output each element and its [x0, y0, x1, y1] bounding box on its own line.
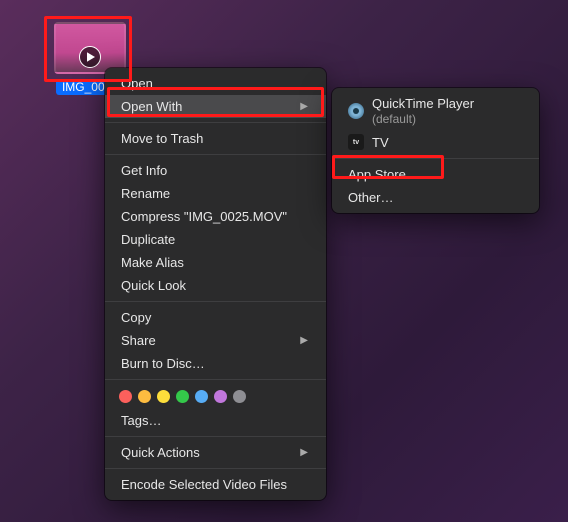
tv-icon: tv [348, 134, 364, 150]
tags-row [105, 384, 326, 409]
menu-compress[interactable]: Compress "IMG_0025.MOV" [105, 205, 326, 228]
menu-quick-actions[interactable]: Quick Actions ▶ [105, 441, 326, 464]
menu-label: Make Alias [121, 255, 184, 270]
app-label: TV [372, 135, 389, 150]
quicktime-icon [348, 103, 364, 119]
menu-label: Quick Look [121, 278, 186, 293]
menu-label: Copy [121, 310, 151, 325]
menu-separator [105, 379, 326, 380]
menu-label: Get Info [121, 163, 167, 178]
video-thumbnail [54, 22, 126, 74]
submenu-quicktime[interactable]: QuickTime Player (default) [332, 92, 539, 130]
menu-label: Open [121, 76, 153, 91]
menu-label: Burn to Disc… [121, 356, 205, 371]
menu-make-alias[interactable]: Make Alias [105, 251, 326, 274]
menu-label: Tags… [121, 413, 161, 428]
chevron-right-icon: ▶ [300, 101, 308, 112]
tag-gray[interactable] [233, 390, 246, 403]
tag-green[interactable] [176, 390, 189, 403]
menu-separator [105, 436, 326, 437]
menu-duplicate[interactable]: Duplicate [105, 228, 326, 251]
menu-label: Rename [121, 186, 170, 201]
menu-share[interactable]: Share ▶ [105, 329, 326, 352]
default-suffix: (default) [372, 112, 416, 126]
submenu-app-store[interactable]: App Store… [332, 163, 539, 186]
menu-separator [105, 122, 326, 123]
menu-quick-look[interactable]: Quick Look [105, 274, 326, 297]
menu-separator [105, 468, 326, 469]
app-label: QuickTime Player [372, 96, 474, 111]
tag-red[interactable] [119, 390, 132, 403]
menu-separator [332, 158, 539, 159]
tag-blue[interactable] [195, 390, 208, 403]
tag-yellow[interactable] [157, 390, 170, 403]
menu-label: Compress "IMG_0025.MOV" [121, 209, 287, 224]
menu-tags[interactable]: Tags… [105, 409, 326, 432]
menu-label: Quick Actions [121, 445, 200, 460]
chevron-right-icon: ▶ [300, 447, 308, 458]
menu-rename[interactable]: Rename [105, 182, 326, 205]
tag-orange[interactable] [138, 390, 151, 403]
menu-label: Open With [121, 99, 182, 114]
play-icon [79, 46, 101, 68]
menu-open[interactable]: Open [105, 72, 326, 95]
context-menu: Open Open With ▶ Move to Trash Get Info … [105, 68, 326, 500]
menu-open-with[interactable]: Open With ▶ [105, 95, 326, 118]
menu-separator [105, 154, 326, 155]
menu-separator [105, 301, 326, 302]
submenu-other[interactable]: Other… [332, 186, 539, 209]
menu-move-to-trash[interactable]: Move to Trash [105, 127, 326, 150]
menu-label: Share [121, 333, 156, 348]
tag-purple[interactable] [214, 390, 227, 403]
chevron-right-icon: ▶ [300, 335, 308, 346]
menu-label: App Store… [348, 167, 419, 182]
submenu-tv[interactable]: tv TV [332, 130, 539, 154]
open-with-submenu: QuickTime Player (default) tv TV App Sto… [332, 88, 539, 213]
menu-encode-video[interactable]: Encode Selected Video Files [105, 473, 326, 496]
menu-label: Other… [348, 190, 394, 205]
menu-label: Move to Trash [121, 131, 203, 146]
menu-label: Duplicate [121, 232, 175, 247]
menu-get-info[interactable]: Get Info [105, 159, 326, 182]
menu-label: Encode Selected Video Files [121, 477, 287, 492]
menu-copy[interactable]: Copy [105, 306, 326, 329]
menu-burn-to-disc[interactable]: Burn to Disc… [105, 352, 326, 375]
